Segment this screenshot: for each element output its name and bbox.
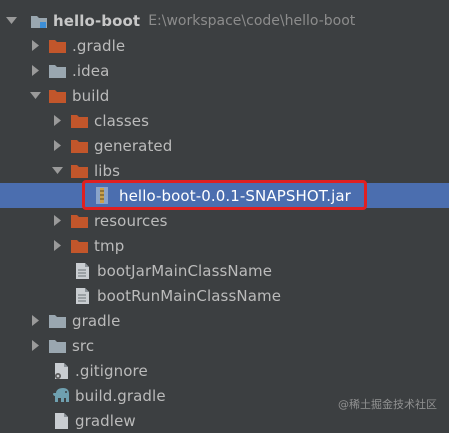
tree-row-idea[interactable]: .idea [0, 58, 449, 83]
chevron-right-icon[interactable] [30, 40, 41, 51]
watermark: @稀土掘金技术社区 [338, 398, 437, 411]
tree-row-bootrun-main[interactable]: bootRunMainClassName [0, 283, 449, 308]
folder-icon [49, 89, 66, 103]
tree-row-src[interactable]: src [0, 333, 449, 358]
tree-item-label: .gitignore [75, 361, 148, 380]
chevron-right-icon[interactable] [52, 140, 63, 151]
tree-row-jar[interactable]: hello-boot-0.0.1-SNAPSHOT.jar [0, 183, 449, 208]
tree-row-tmp[interactable]: tmp [0, 233, 449, 258]
chevron-right-icon[interactable] [52, 240, 63, 251]
tree-row-bootjar-main[interactable]: bootJarMainClassName [0, 258, 449, 283]
tree-row-gradle[interactable]: gradle [0, 308, 449, 333]
chevron-right-icon[interactable] [30, 315, 41, 326]
tree-row-gitignore[interactable]: .gitignore [0, 358, 449, 383]
jar-file-name: hello-boot-0.0.1-SNAPSHOT.jar [119, 186, 351, 205]
folder-icon [71, 139, 88, 153]
chevron-down-icon[interactable] [6, 15, 17, 26]
tree-item-label: gradlew [75, 411, 136, 430]
chevron-right-icon[interactable] [52, 215, 63, 226]
folder-icon [71, 164, 88, 178]
tree-item-label: libs [94, 161, 121, 180]
tree-item-label: build [72, 86, 110, 105]
chevron-right-icon[interactable] [52, 115, 63, 126]
chevron-down-icon[interactable] [30, 90, 41, 101]
chevron-right-icon[interactable] [30, 65, 41, 76]
tree-item-label: .idea [72, 61, 110, 80]
tree-item-label: classes [94, 111, 149, 130]
text-file-icon [76, 287, 89, 304]
gradle-elephant-icon [53, 388, 70, 403]
folder-icon [49, 64, 66, 78]
tree-row-generated[interactable]: generated [0, 133, 449, 158]
project-name: hello-boot [53, 11, 141, 30]
project-path: E:\workspace\code\hello-boot [148, 12, 356, 29]
tree-row-libs[interactable]: libs [0, 158, 449, 183]
folder-icon [71, 239, 88, 253]
tree-row-build[interactable]: build [0, 83, 449, 108]
folder-icon [49, 39, 66, 53]
tree-row-gradle-dir[interactable]: .gradle [0, 33, 449, 58]
folder-icon [71, 114, 88, 128]
tree-row-root[interactable]: hello-boot E:\workspace\code\hello-boot [0, 8, 449, 33]
tree-item-label: src [72, 336, 95, 355]
text-file-icon [54, 412, 68, 429]
tree-item-label: bootJarMainClassName [97, 261, 273, 280]
tree-item-label: gradle [72, 311, 121, 330]
folder-icon [49, 339, 66, 353]
folder-icon [49, 314, 66, 328]
gitignore-file-icon [54, 362, 68, 379]
tree-row-resources[interactable]: resources [0, 208, 449, 233]
text-file-icon [76, 262, 89, 279]
tree-item-label: .gradle [72, 36, 126, 55]
project-tree: hello-boot E:\workspace\code\hello-boot … [0, 0, 449, 430]
tree-item-label: build.gradle [75, 386, 166, 405]
tree-row-classes[interactable]: classes [0, 108, 449, 133]
module-folder-icon [31, 14, 47, 28]
jar-archive-icon [95, 187, 109, 204]
chevron-right-icon[interactable] [30, 340, 41, 351]
tree-item-label: resources [94, 211, 168, 230]
tree-item-label: bootRunMainClassName [97, 286, 282, 305]
tree-item-label: generated [94, 136, 173, 155]
chevron-down-icon[interactable] [52, 165, 63, 176]
folder-icon [71, 214, 88, 228]
tree-item-label: tmp [94, 236, 125, 255]
